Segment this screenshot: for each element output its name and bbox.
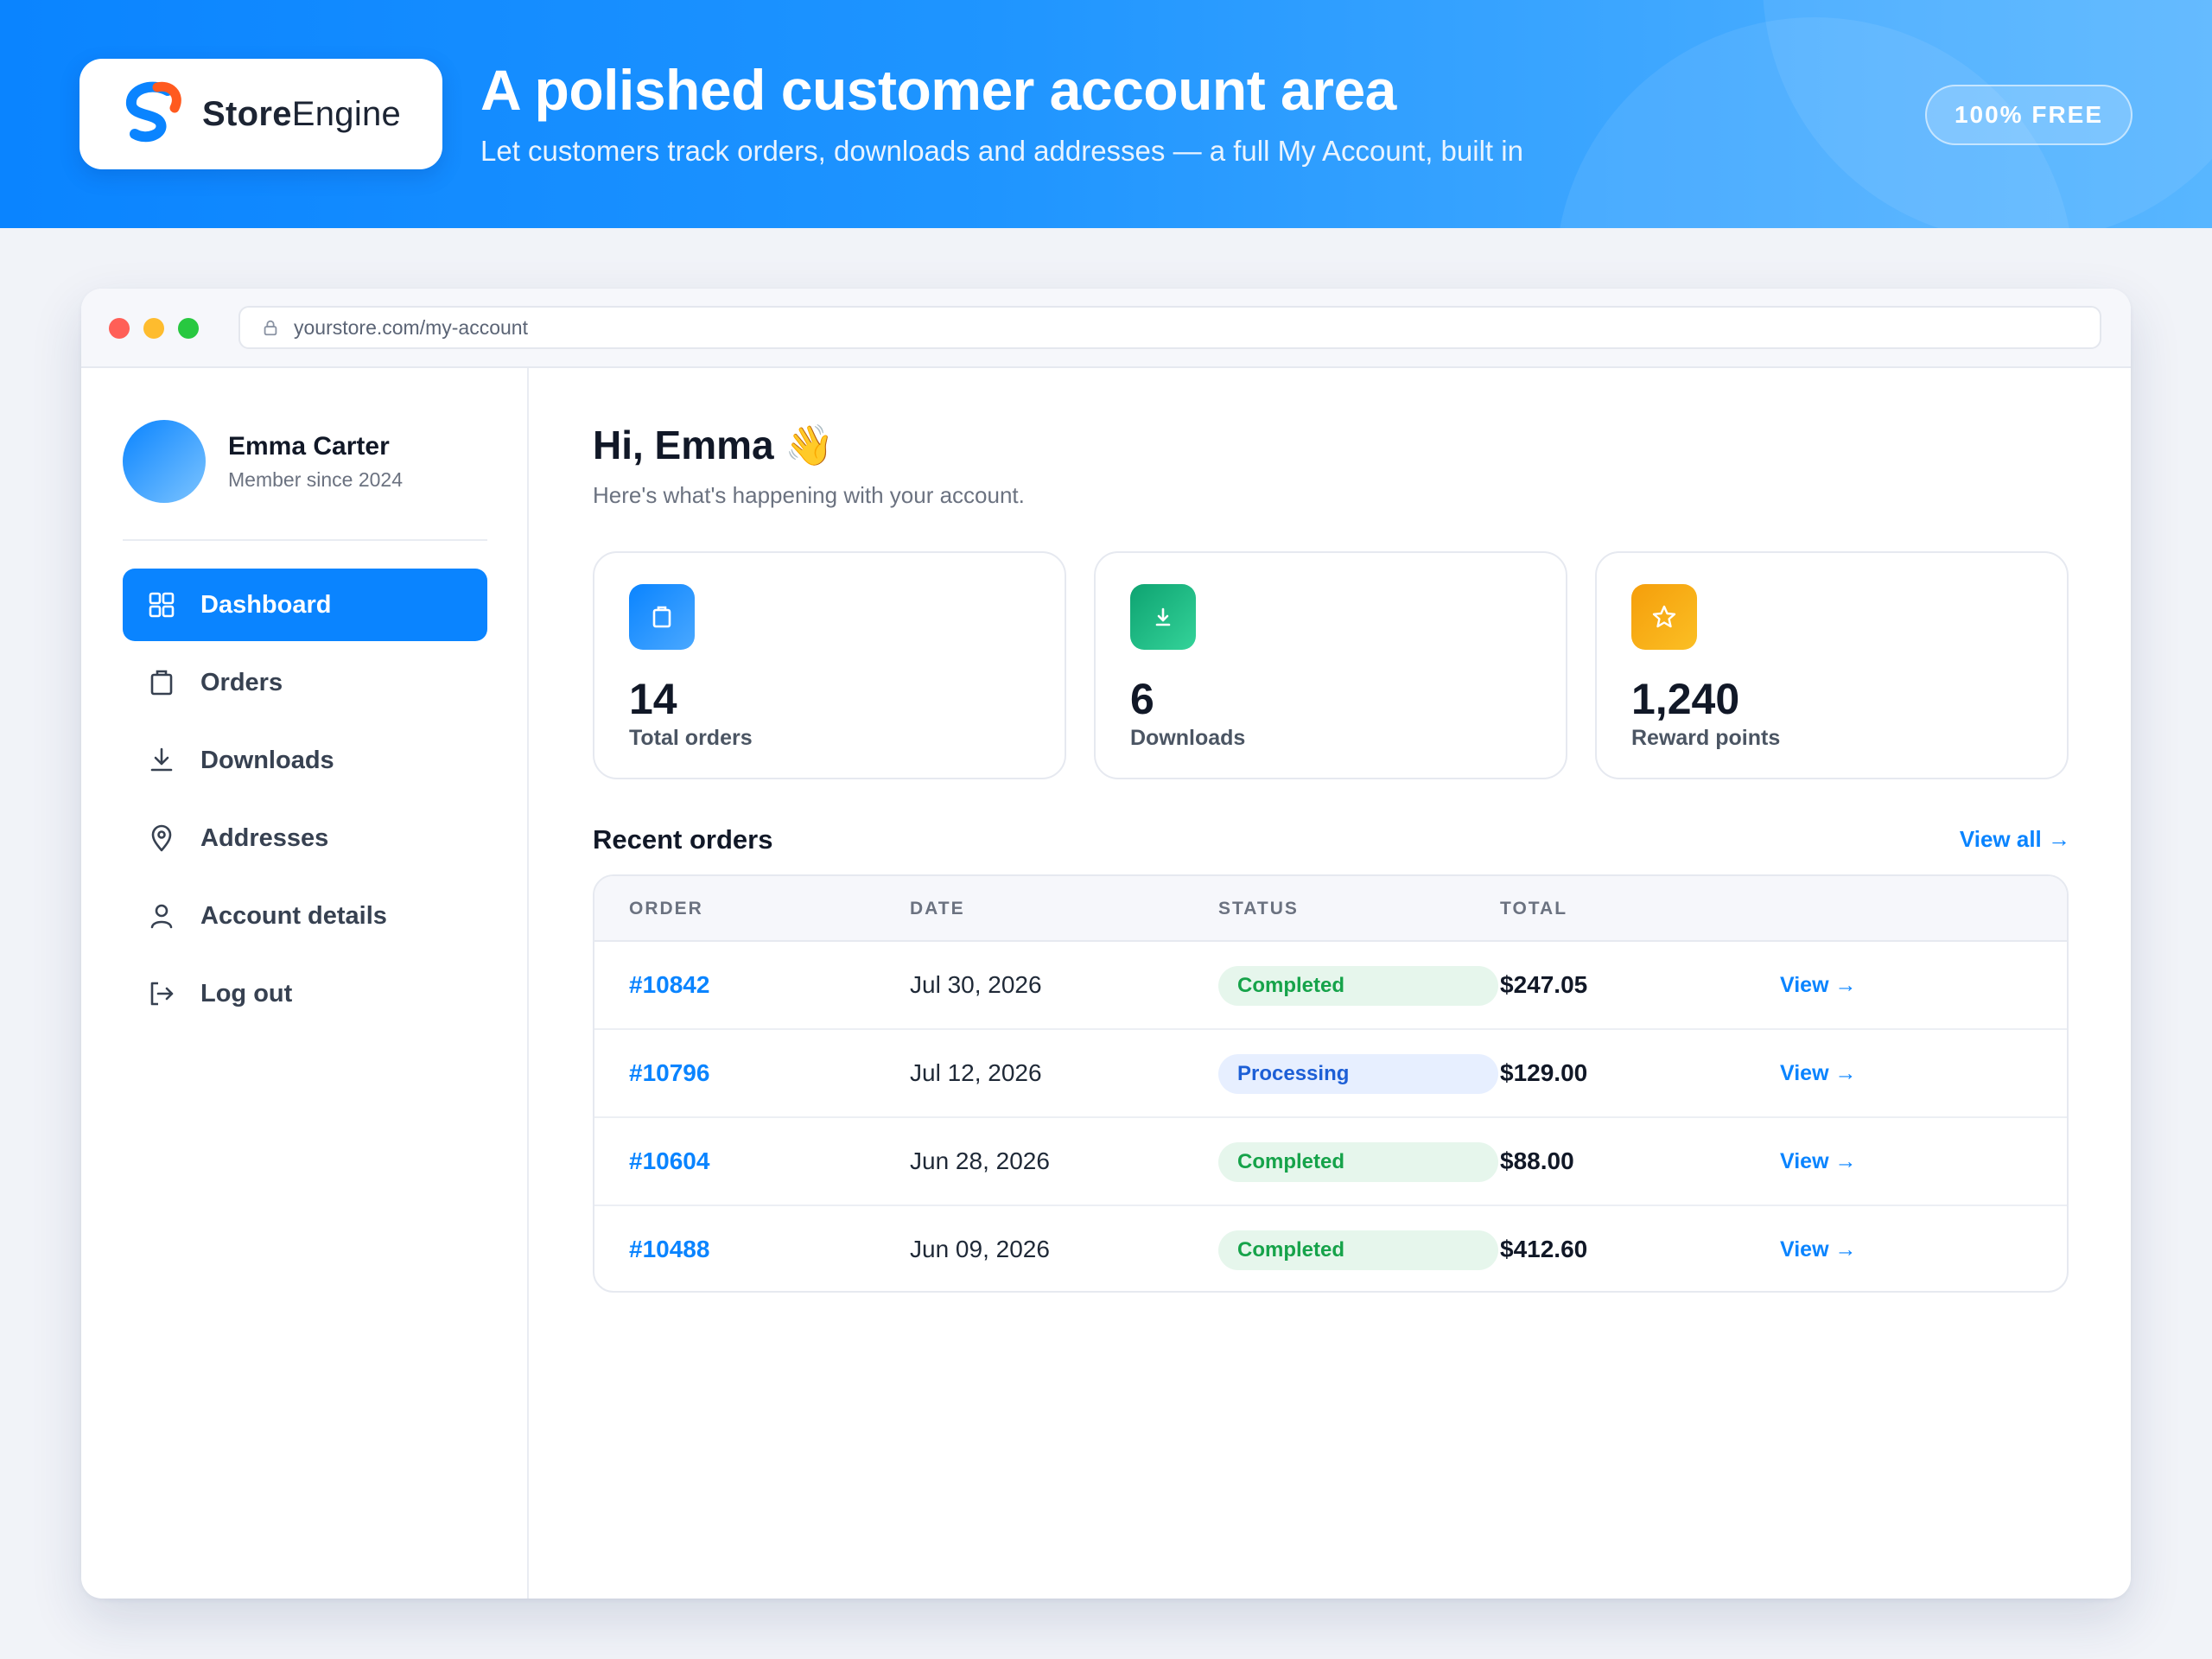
sidebar-item-downloads[interactable]: Downloads <box>123 724 487 797</box>
sidebar-item-label: Addresses <box>200 823 329 852</box>
sidebar-item-dashboard[interactable]: Dashboard <box>123 569 487 641</box>
brand-name: StoreEngine <box>202 94 402 133</box>
table-header: ORDER DATE STATUS TOTAL <box>594 876 2067 942</box>
stat-value: 14 <box>629 675 677 723</box>
column-header-order: ORDER <box>629 899 703 918</box>
column-header-date: DATE <box>910 899 965 918</box>
sidebar-item-label: Downloads <box>200 746 334 774</box>
order-date: Jun 09, 2026 <box>910 1236 1050 1262</box>
column-header-status: STATUS <box>1218 899 1299 918</box>
view-order-link[interactable]: View → <box>1780 1061 1856 1086</box>
table-row: #10488 Jun 09, 2026 Completed $412.60 Vi… <box>594 1206 2067 1291</box>
stat-label: Reward points <box>1631 726 1781 750</box>
order-total: $247.05 <box>1500 971 1588 998</box>
status-badge: Completed <box>1218 966 1498 1006</box>
brand-logo-card: StoreEngine <box>79 59 442 169</box>
stat-card-downloads[interactable]: 6 Downloads <box>1094 551 1567 779</box>
order-date: Jul 30, 2026 <box>910 971 1042 998</box>
avatar <box>123 420 206 503</box>
member-since: Member since 2024 <box>228 468 403 491</box>
view-all-link[interactable]: View all → <box>1960 826 2070 853</box>
sidebar-item-orders[interactable]: Orders <box>123 646 487 719</box>
storeengine-logo-icon <box>126 81 181 143</box>
lock-icon <box>264 320 277 336</box>
window-minimize-button[interactable] <box>143 318 164 339</box>
status-badge: Completed <box>1218 1142 1498 1182</box>
sidebar-item-label: Orders <box>200 668 283 696</box>
user-icon <box>150 904 173 929</box>
greeting-heading: Hi, Emma 👋 <box>593 422 835 469</box>
sidebar-item-addresses[interactable]: Addresses <box>123 802 487 874</box>
promo-banner: StoreEngine A polished customer account … <box>0 0 2212 228</box>
order-number-link[interactable]: #10488 <box>629 1236 709 1263</box>
window-maximize-button[interactable] <box>178 318 199 339</box>
url-text: yourstore.com/my-account <box>294 315 528 339</box>
sidebar-item-label: Dashboard <box>200 590 332 619</box>
recent-orders-title: Recent orders <box>593 824 773 855</box>
stat-label: Total orders <box>629 726 753 750</box>
order-total: $412.60 <box>1500 1236 1588 1262</box>
window-close-button[interactable] <box>109 318 130 339</box>
dashboard-main: Hi, Emma 👋 Here's what's happening with … <box>529 368 2131 1599</box>
banner-subtitle: Let customers track orders, downloads an… <box>480 135 1523 167</box>
stat-card-rewards[interactable]: 1,240 Reward points <box>1595 551 2069 779</box>
view-order-link[interactable]: View → <box>1780 973 1856 998</box>
sidebar-item-label: Account details <box>200 901 387 930</box>
sidebar-item-account-details[interactable]: Account details <box>123 880 487 952</box>
status-badge: Processing <box>1218 1054 1498 1094</box>
browser-window: yourstore.com/my-account Emma Carter Mem… <box>81 289 2131 1599</box>
sidebar-item-logout[interactable]: Log out <box>123 957 487 1030</box>
account-sidebar: Emma Carter Member since 2024 Dashboard … <box>81 368 529 1599</box>
divider <box>123 539 487 541</box>
order-number-link[interactable]: #10796 <box>629 1059 709 1087</box>
table-row: #10796 Jul 12, 2026 Processing $129.00 V… <box>594 1030 2067 1118</box>
greeting-subtitle: Here's what's happening with your accoun… <box>593 482 1025 508</box>
download-icon <box>1130 584 1196 650</box>
orders-table: ORDER DATE STATUS TOTAL #10842 Jul 30, 2… <box>593 874 2069 1293</box>
order-date: Jul 12, 2026 <box>910 1059 1042 1086</box>
order-date: Jun 28, 2026 <box>910 1147 1050 1174</box>
table-row: #10604 Jun 28, 2026 Completed $88.00 Vie… <box>594 1118 2067 1206</box>
grid-icon <box>149 592 175 618</box>
logout-icon <box>150 982 174 1006</box>
free-badge: 100% FREE <box>1925 85 2133 145</box>
order-number-link[interactable]: #10842 <box>629 971 709 999</box>
view-order-link[interactable]: View → <box>1780 1149 1856 1174</box>
table-row: #10842 Jul 30, 2026 Completed $247.05 Vi… <box>594 942 2067 1030</box>
browser-chrome: yourstore.com/my-account <box>81 289 2131 368</box>
bag-icon <box>150 670 173 696</box>
order-total: $129.00 <box>1500 1059 1588 1086</box>
bag-icon <box>629 584 695 650</box>
sidebar-item-label: Log out <box>200 979 293 1007</box>
user-name: Emma Carter <box>228 432 390 461</box>
star-icon <box>1631 584 1697 650</box>
column-header-total: TOTAL <box>1500 899 1568 918</box>
map-pin-icon <box>151 824 172 852</box>
banner-title: A polished customer account area <box>480 58 1396 122</box>
waving-hand-icon: 👋 <box>785 423 835 467</box>
order-number-link[interactable]: #10604 <box>629 1147 709 1175</box>
stat-value: 1,240 <box>1631 675 1740 723</box>
status-badge: Completed <box>1218 1230 1498 1270</box>
download-icon <box>150 747 173 772</box>
stat-card-orders[interactable]: 14 Total orders <box>593 551 1066 779</box>
stat-label: Downloads <box>1130 726 1246 750</box>
address-bar[interactable]: yourstore.com/my-account <box>238 306 2101 349</box>
stat-value: 6 <box>1130 675 1154 723</box>
order-total: $88.00 <box>1500 1147 1574 1174</box>
greeting-text: Hi, Emma <box>593 423 774 467</box>
view-order-link[interactable]: View → <box>1780 1237 1856 1262</box>
